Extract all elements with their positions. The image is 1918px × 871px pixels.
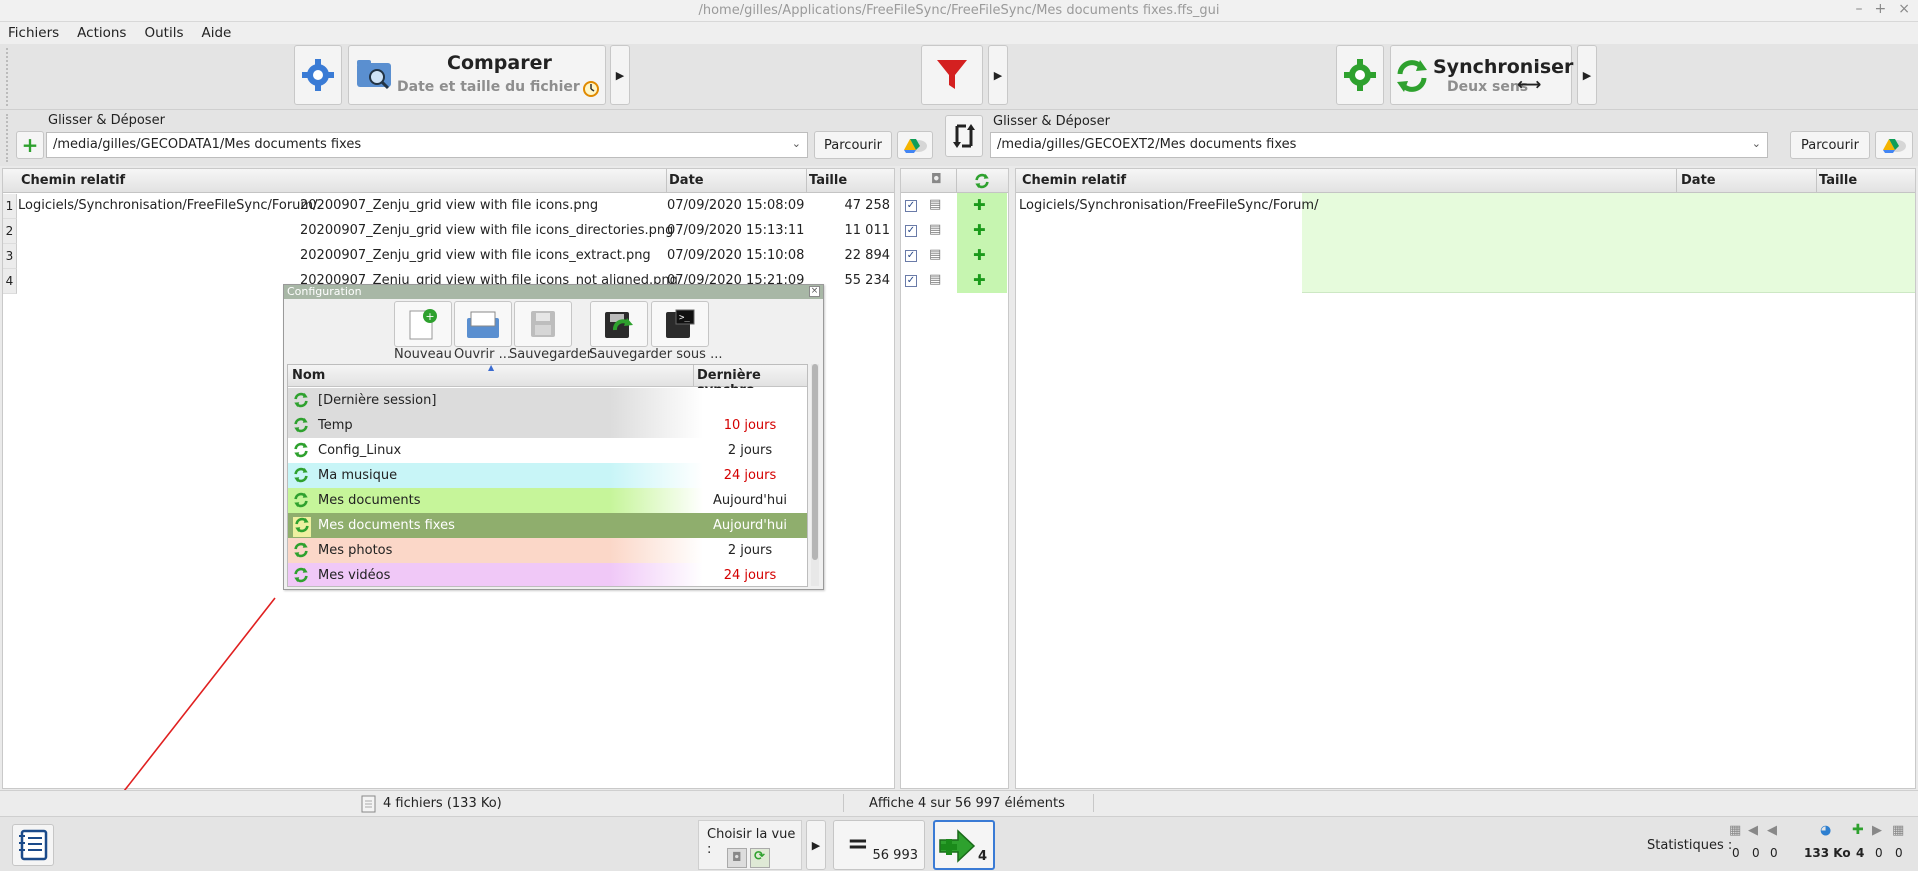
view-action-button[interactable]: ⟳ bbox=[750, 848, 770, 868]
stat-update-right: 0 bbox=[1875, 846, 1883, 860]
annotation-arrow bbox=[86, 597, 276, 840]
status-file-count: 4 fichiers (133 Ko) bbox=[383, 796, 502, 811]
stat-delete-left: 0 bbox=[1732, 846, 1740, 860]
create-right-icon: ✚ bbox=[1852, 822, 1864, 838]
stat-update-left: 0 bbox=[1752, 846, 1760, 860]
stat-create-left: 0 bbox=[1770, 846, 1778, 860]
sync-icon: ⟳ bbox=[754, 849, 765, 864]
stat-create-right: 4 bbox=[1856, 846, 1865, 860]
file-icon bbox=[361, 795, 376, 813]
filter-equal-button[interactable]: = 56 993 bbox=[833, 820, 925, 870]
view-chooser: Choisir la vue : ◘ ⟳ bbox=[698, 820, 802, 870]
statistics-label: Statistiques : bbox=[1647, 838, 1733, 853]
equal-icon: = bbox=[847, 829, 869, 859]
view-category-button[interactable]: ◘ bbox=[727, 848, 747, 868]
delete-right-icon: ▦ bbox=[1892, 823, 1905, 838]
equal-count: 56 993 bbox=[872, 848, 919, 863]
config-panel-toggle-button[interactable] bbox=[12, 824, 54, 866]
update-right-icon: ▶ bbox=[1872, 823, 1882, 838]
delete-left-icon: ▦ bbox=[1729, 823, 1742, 838]
filter-create-right-button[interactable]: 4 bbox=[933, 820, 995, 870]
stat-delete-right: 0 bbox=[1895, 846, 1903, 860]
create-left-icon: ◀ bbox=[1767, 823, 1777, 838]
update-left-icon: ◀ bbox=[1748, 823, 1758, 838]
data-size-icon: ◕ bbox=[1820, 823, 1832, 838]
view-menu-arrow[interactable]: ▶ bbox=[806, 820, 826, 870]
statistics-panel: ▦ ◀ ◀ ◕ ✚ ▶ ▦ 0 0 0 133 Ko 4 0 0 bbox=[1726, 822, 1914, 869]
create-right-icon bbox=[939, 829, 976, 863]
stat-data-size: 133 Ko bbox=[1804, 846, 1851, 860]
status-bar: 4 fichiers (133 Ko) Affiche 4 sur 56 997… bbox=[0, 790, 1918, 816]
bottom-bar: Choisir la vue : ◘ ⟳ ▶ = 56 993 4 Statis… bbox=[0, 816, 1918, 871]
status-element-count: Affiche 4 sur 56 997 éléments bbox=[869, 796, 1065, 811]
camera-icon: ◘ bbox=[732, 850, 742, 864]
notebook-icon bbox=[19, 829, 48, 861]
create-right-count: 4 bbox=[977, 849, 987, 864]
